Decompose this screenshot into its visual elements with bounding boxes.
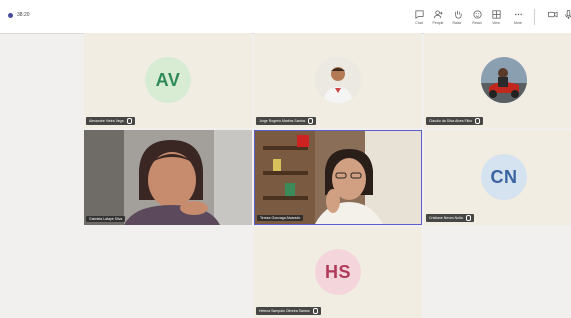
raise-hand-icon xyxy=(454,10,462,19)
meeting-status-dot xyxy=(8,12,13,18)
participant-name: Cristiane Neves Nolla xyxy=(429,216,463,220)
avatar-initials: HS xyxy=(324,261,351,282)
microphone-icon xyxy=(475,118,481,124)
participant-name-tag: Cristiane Neves Nolla xyxy=(426,214,474,222)
view-button[interactable]: View xyxy=(485,9,507,25)
participant-name-tag: Jorge Rogerio Martins Santos xyxy=(256,117,317,125)
toolbar-divider xyxy=(534,9,535,25)
participant-name-tag: Tereza Gonzaga Alvarado xyxy=(257,215,304,221)
participant-name: Jorge Rogerio Martins Santos xyxy=(259,119,306,123)
chat-icon xyxy=(414,10,424,19)
participant-name: Alexandre Vieira Vega xyxy=(89,119,124,123)
participant-photo xyxy=(481,57,527,103)
participant-video xyxy=(255,131,421,224)
participant-name-tag: Gabriela Lafaye Silva xyxy=(86,216,126,222)
meeting-toolbar: 38:20 Chat People Raise React View More xyxy=(0,0,571,34)
participant-video xyxy=(84,130,252,225)
participant-name: Helena Sampaio Oliveira Santos xyxy=(259,309,310,313)
avatar: AV xyxy=(145,57,191,103)
more-icon xyxy=(514,13,522,16)
meeting-timer: 38:20 xyxy=(17,12,30,18)
participant-tile-claudio[interactable]: Claudio da Silva Alves Filho xyxy=(424,33,571,128)
participant-name-tag: Claudio da Silva Alves Filho xyxy=(426,117,484,125)
participant-name: Claudio da Silva Alves Filho xyxy=(429,119,473,123)
microphone-icon xyxy=(308,118,314,124)
participant-tile-av[interactable]: AV Alexandre Vieira Vega xyxy=(84,33,252,128)
view-icon xyxy=(491,10,501,19)
microphone-icon xyxy=(465,215,471,221)
participant-name: Gabriela Lafaye Silva xyxy=(89,217,123,221)
avatar: HS xyxy=(315,249,361,295)
avatar xyxy=(481,57,527,103)
participant-name-tag: Alexandre Vieira Vega xyxy=(86,117,135,125)
participant-name-tag: Helena Sampaio Oliveira Santos xyxy=(256,307,321,315)
camera-icon xyxy=(547,11,557,18)
participant-tile-tereza[interactable]: Tereza Gonzaga Alvarado xyxy=(254,130,422,225)
avatar-initials: AV xyxy=(155,69,181,90)
avatar xyxy=(315,57,361,103)
participant-photo xyxy=(315,57,361,103)
participant-tile-cn[interactable]: CN Cristiane Neves Nolla xyxy=(424,130,571,225)
mic-button[interactable] xyxy=(557,9,571,20)
participant-tile-hs[interactable]: HS Helena Sampaio Oliveira Santos xyxy=(254,227,422,318)
meeting-info: 38:20 xyxy=(8,12,30,18)
participant-tile-gabriela[interactable]: Gabriela Lafaye Silva xyxy=(84,130,252,225)
avatar-initials: CN xyxy=(490,166,518,187)
more-button[interactable]: More xyxy=(507,9,529,25)
participant-name: Tereza Gonzaga Alvarado xyxy=(260,216,301,220)
avatar: CN xyxy=(481,154,527,200)
microphone-icon xyxy=(564,10,571,20)
react-icon xyxy=(472,10,482,19)
microphone-icon xyxy=(126,118,132,124)
raise-hand-button[interactable]: Raise xyxy=(446,9,468,25)
participant-tile-jorge[interactable]: Jorge Rogerio Martins Santos xyxy=(254,33,422,128)
people-icon xyxy=(433,10,443,19)
microphone-icon xyxy=(312,308,318,314)
